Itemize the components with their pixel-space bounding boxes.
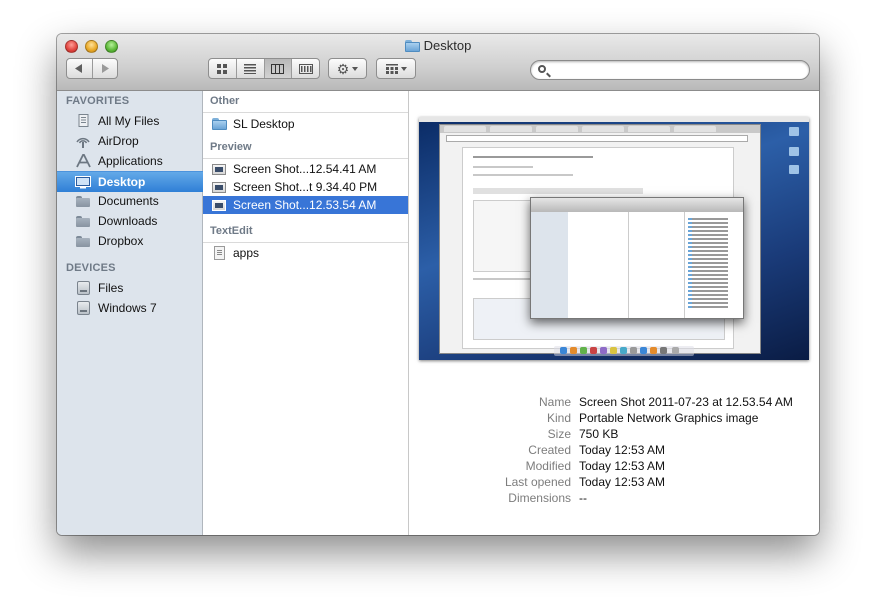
arrange-grid-icon bbox=[385, 63, 398, 74]
list-item-label: Screen Shot...t 9.34.40 PM bbox=[233, 180, 378, 194]
search-input[interactable] bbox=[553, 63, 807, 79]
sidebar: FAVORITES All My Files AirDrop Applicati… bbox=[57, 91, 203, 535]
preview-pane: Name Screen Shot 2011-07-23 at 12.53.54 … bbox=[409, 91, 819, 535]
disk-icon bbox=[75, 300, 91, 316]
sidebar-item-applications[interactable]: Applications bbox=[57, 151, 203, 171]
forward-arrow-icon bbox=[101, 64, 109, 73]
column-view-icon bbox=[271, 63, 285, 74]
list-item[interactable]: Screen Shot...12.54.41 AM bbox=[203, 160, 408, 178]
file-preview-thumbnail[interactable] bbox=[419, 117, 809, 360]
window-title: Desktop bbox=[57, 38, 819, 55]
group-divider bbox=[203, 242, 408, 243]
info-row-last-opened: Last opened Today 12:53 AM bbox=[504, 475, 666, 489]
list-item-label: SL Desktop bbox=[233, 117, 295, 131]
search-icon bbox=[538, 65, 546, 73]
list-item-label: apps bbox=[233, 246, 260, 260]
icon-view-icon bbox=[217, 63, 228, 74]
gear-icon: ⚙ bbox=[336, 60, 350, 77]
folder-icon bbox=[75, 233, 91, 249]
info-row-name: Name Screen Shot 2011-07-23 at 12.53.54 … bbox=[538, 395, 793, 409]
chevron-down-icon bbox=[400, 66, 407, 71]
image-file-icon bbox=[211, 162, 227, 176]
back-button[interactable] bbox=[67, 59, 93, 78]
list-item[interactable]: Screen Shot...t 9.34.40 PM bbox=[203, 178, 408, 196]
airdrop-icon bbox=[75, 133, 91, 149]
favorites-header: FAVORITES bbox=[66, 95, 130, 107]
chevron-down-icon bbox=[352, 66, 359, 71]
sidebar-item-label: Desktop bbox=[98, 175, 146, 189]
group-header: Other bbox=[210, 95, 240, 107]
devices-header: DEVICES bbox=[66, 262, 116, 274]
view-mode-control bbox=[208, 58, 320, 79]
info-row-dimensions: Dimensions -- bbox=[508, 491, 587, 505]
action-menu-button[interactable]: ⚙ bbox=[328, 58, 367, 79]
sidebar-item-label: Windows 7 bbox=[98, 301, 157, 315]
list-view-button[interactable] bbox=[237, 59, 265, 78]
back-forward-control bbox=[66, 58, 118, 79]
sidebar-item-documents[interactable]: Documents bbox=[57, 191, 203, 211]
info-row-created: Created Today 12:53 AM bbox=[528, 443, 666, 457]
sidebar-item-airdrop[interactable]: AirDrop bbox=[57, 131, 203, 151]
back-arrow-icon bbox=[75, 64, 83, 73]
folder-icon bbox=[75, 213, 91, 229]
sidebar-item-desktop[interactable]: Desktop bbox=[57, 171, 203, 192]
sidebar-item-label: Dropbox bbox=[98, 234, 144, 248]
group-divider bbox=[203, 158, 408, 159]
sidebar-item-label: Documents bbox=[98, 194, 159, 208]
image-file-icon bbox=[211, 198, 227, 212]
list-item[interactable]: apps bbox=[203, 244, 408, 262]
search-field[interactable] bbox=[530, 60, 810, 80]
image-file-icon bbox=[211, 180, 227, 194]
list-view-icon bbox=[244, 63, 257, 74]
info-row-size: Size 750 KB bbox=[547, 427, 619, 441]
sidebar-item-dropbox[interactable]: Dropbox bbox=[57, 231, 203, 251]
sidebar-item-label: Downloads bbox=[98, 214, 158, 228]
file-column: Other SL Desktop Preview Screen Shot...1… bbox=[203, 91, 409, 535]
sidebar-item-label: AirDrop bbox=[98, 134, 139, 148]
folder-icon bbox=[211, 117, 227, 131]
sidebar-item-downloads[interactable]: Downloads bbox=[57, 211, 203, 231]
info-row-modified: Modified Today 12:53 AM bbox=[525, 459, 666, 473]
applications-icon bbox=[75, 153, 91, 169]
coverflow-view-button[interactable] bbox=[292, 59, 319, 78]
sidebar-item-files[interactable]: Files bbox=[57, 278, 203, 298]
group-divider bbox=[203, 112, 408, 113]
coverflow-view-icon bbox=[298, 63, 313, 74]
desktop-icon bbox=[75, 174, 91, 190]
list-item-selected[interactable]: Screen Shot...12.53.54 AM bbox=[203, 196, 408, 214]
sidebar-item-label: Applications bbox=[98, 154, 163, 168]
icon-view-button[interactable] bbox=[209, 59, 237, 78]
list-item-label: Screen Shot...12.53.54 AM bbox=[233, 198, 377, 212]
list-item-label: Screen Shot...12.54.41 AM bbox=[233, 162, 377, 176]
sidebar-item-windows-7[interactable]: Windows 7 bbox=[57, 298, 203, 318]
all-files-icon bbox=[75, 113, 91, 129]
text-document-icon bbox=[211, 246, 227, 260]
window-title-text: Desktop bbox=[423, 38, 472, 53]
sidebar-item-label: Files bbox=[98, 281, 124, 295]
arrange-menu-button[interactable] bbox=[376, 58, 416, 79]
info-row-kind: Kind Portable Network Graphics image bbox=[546, 411, 759, 425]
column-view-button[interactable] bbox=[264, 59, 293, 78]
group-header: Preview bbox=[210, 141, 252, 153]
group-header: TextEdit bbox=[210, 225, 253, 237]
sidebar-item-label: All My Files bbox=[98, 114, 160, 128]
folder-icon bbox=[404, 39, 420, 52]
title-bar[interactable]: Desktop ⚙ bbox=[57, 34, 819, 91]
sidebar-item-all-my-files[interactable]: All My Files bbox=[57, 111, 203, 131]
finder-window: Desktop ⚙ FAVORITES All My Files AirDrop… bbox=[57, 34, 819, 535]
forward-button[interactable] bbox=[93, 59, 118, 78]
folder-icon bbox=[75, 193, 91, 209]
list-item[interactable]: SL Desktop bbox=[203, 115, 408, 133]
disk-icon bbox=[75, 280, 91, 296]
